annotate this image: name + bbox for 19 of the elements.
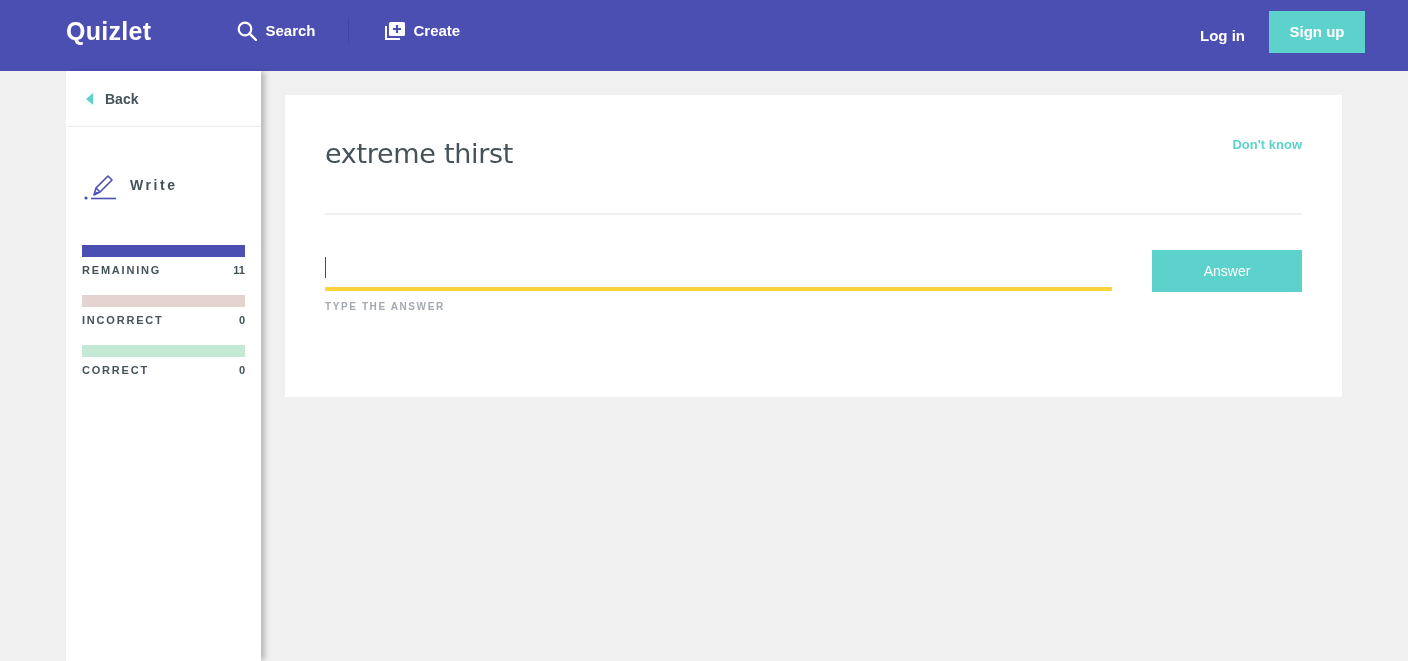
back-link[interactable]: Back	[66, 71, 261, 127]
mode-title: Write	[130, 177, 178, 193]
term-text: extreme thirst	[325, 138, 514, 169]
stat-label: INCORRECT	[82, 314, 164, 326]
text-cursor	[325, 257, 326, 278]
stat-count: 0	[238, 364, 245, 376]
stat-count: 0	[238, 314, 245, 326]
logo[interactable]: Quizlet	[66, 16, 152, 46]
nav-link[interactable]: Create	[385, 21, 461, 40]
answer-field-label: TYPE THE ANSWER	[325, 301, 446, 312]
login-link[interactable]: Log in	[1200, 27, 1245, 44]
stat-label: REMAINING	[82, 264, 162, 276]
pen-icon	[83, 174, 117, 200]
stat-label: CORRECT	[82, 364, 149, 376]
nav-link[interactable]: Search	[237, 20, 316, 41]
add-card-icon	[385, 21, 406, 40]
search-icon	[237, 20, 258, 41]
back-caret-icon	[86, 92, 93, 105]
stat-count: 11	[233, 264, 245, 276]
